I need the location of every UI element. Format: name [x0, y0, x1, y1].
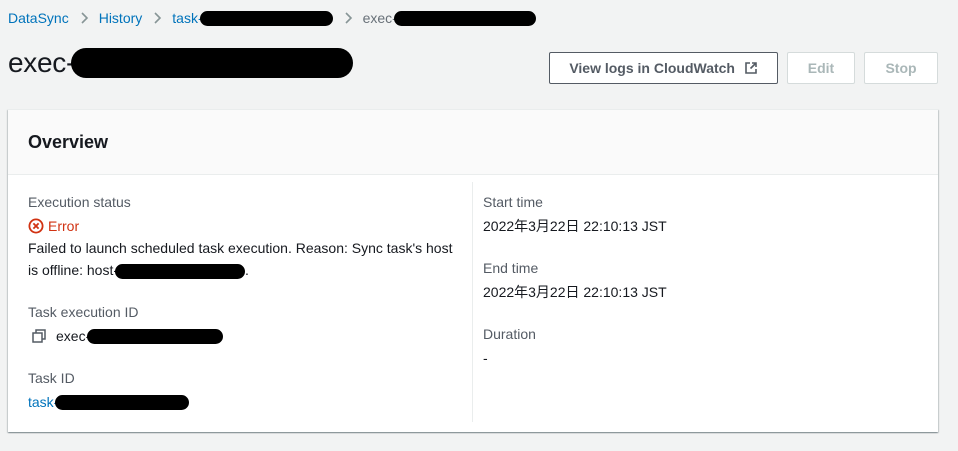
redacted-host-id: [115, 263, 246, 279]
status-message-end: .: [245, 262, 249, 278]
redacted-task-id: [199, 11, 333, 27]
breadcrumb: DataSync History task- exec-: [8, 8, 536, 28]
start-time-value: 2022年3月22日 22:10:13 JST: [483, 218, 667, 234]
page-title-text: exec-: [8, 47, 75, 78]
task-id-link[interactable]: task-: [28, 391, 58, 413]
breadcrumb-current: exec-: [363, 10, 536, 27]
chevron-right-icon: [343, 12, 353, 24]
task-execution-id-field: Task execution ID exec-: [28, 301, 224, 347]
task-id-field: Task ID task-: [28, 367, 190, 413]
header-actions: View logs in CloudWatch Edit Stop: [549, 52, 938, 84]
overview-panel: Overview Execution status Error Failed t…: [8, 109, 938, 432]
overview-title: Overview: [28, 131, 109, 152]
redacted-execution-id: [87, 328, 224, 344]
duration-field: Duration -: [483, 323, 536, 369]
view-logs-label: View logs in CloudWatch: [569, 60, 735, 76]
redacted-task-link-id: [55, 394, 190, 410]
duration-label: Duration: [483, 326, 536, 342]
error-circle-icon: [28, 218, 44, 234]
end-time-label: End time: [483, 260, 539, 276]
start-time-field: Start time 2022年3月22日 22:10:13 JST: [483, 191, 667, 237]
view-logs-cloudwatch-button[interactable]: View logs in CloudWatch: [549, 52, 778, 84]
end-time-value: 2022年3月22日 22:10:13 JST: [483, 284, 667, 300]
redacted-exec-id: [393, 11, 536, 27]
redacted-title-id: [70, 48, 353, 78]
breadcrumb-history[interactable]: History: [99, 10, 143, 26]
chevron-right-icon: [79, 12, 89, 24]
task-id-row: task-: [28, 391, 190, 413]
stop-button[interactable]: Stop: [864, 52, 938, 84]
edit-button[interactable]: Edit: [787, 52, 855, 84]
execution-status-field: Execution status Error Failed to launch …: [28, 191, 458, 281]
status-message: Failed to launch scheduled task executio…: [28, 237, 458, 281]
duration-value: -: [483, 350, 488, 366]
execution-status-label: Execution status: [28, 194, 131, 210]
task-id-label: Task ID: [28, 370, 75, 386]
start-time-label: Start time: [483, 194, 543, 210]
status-indicator: Error: [28, 215, 458, 237]
copy-icon[interactable]: [31, 328, 47, 344]
external-link-icon: [744, 61, 758, 75]
breadcrumb-task[interactable]: task-: [172, 9, 333, 27]
column-divider: [472, 182, 473, 422]
task-execution-id-row: exec-: [28, 325, 224, 347]
breadcrumb-task-label: task-: [172, 9, 203, 26]
overview-header: Overview: [8, 110, 938, 175]
breadcrumb-datasync[interactable]: DataSync: [8, 10, 69, 26]
task-execution-id-value: exec-: [56, 328, 91, 344]
breadcrumb-exec-label: exec-: [362, 9, 397, 26]
page-title: exec-: [8, 47, 353, 79]
task-execution-id-label: Task execution ID: [28, 304, 139, 320]
end-time-field: End time 2022年3月22日 22:10:13 JST: [483, 257, 667, 303]
status-text: Error: [48, 218, 80, 234]
chevron-right-icon: [152, 12, 162, 24]
